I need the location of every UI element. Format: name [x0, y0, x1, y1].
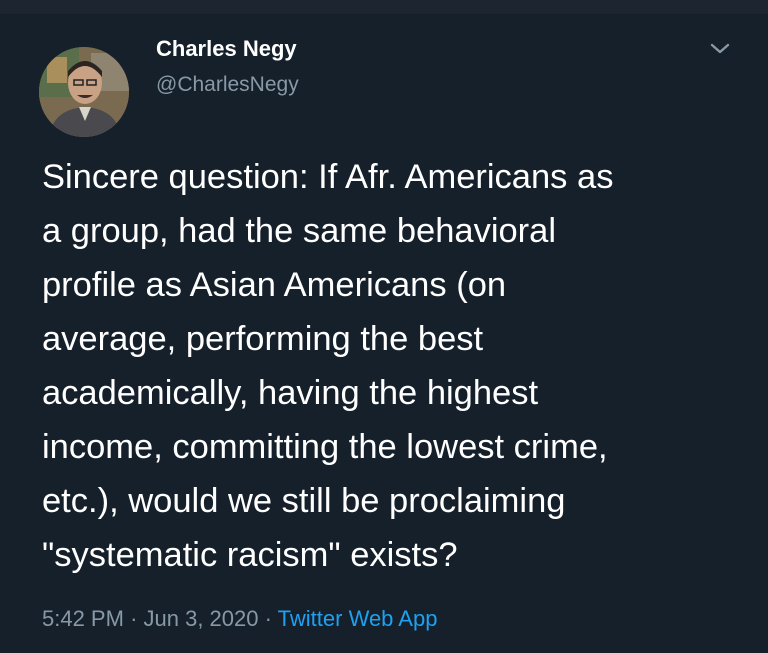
- tweet-meta: 5:42 PM · Jun 3, 2020 · Twitter Web App: [42, 606, 437, 632]
- tweet-text-line: a group, had the same behavioral: [42, 212, 557, 250]
- tweet-time[interactable]: 5:42 PM: [42, 606, 124, 631]
- tweet-text-line: "systematic racism" exists?: [42, 536, 458, 574]
- chevron-down-icon[interactable]: [707, 40, 733, 58]
- tweet-text-line: Sincere question: If Afr. Americans as: [42, 158, 614, 196]
- tweet-text: Sincere question: If Afr. Americans as a…: [42, 150, 742, 582]
- tweet-text-line: etc.), would we still be proclaiming: [42, 482, 566, 520]
- meta-separator: ·: [264, 606, 272, 631]
- author-handle[interactable]: @CharlesNegy: [156, 73, 299, 97]
- tweet-card: Charles Negy @CharlesNegy Sincere questi…: [0, 14, 768, 653]
- author-avatar[interactable]: [39, 47, 129, 137]
- tweet-text-line: average, performing the best: [42, 320, 484, 358]
- top-strip: [0, 0, 768, 14]
- tweet-source-link[interactable]: Twitter Web App: [278, 606, 438, 631]
- avatar-photo-icon: [39, 47, 129, 137]
- tweet-text-line: profile as Asian Americans (on: [42, 266, 507, 304]
- tweet-text-line: income, committing the lowest crime,: [42, 428, 608, 466]
- tweet-text-line: academically, having the highest: [42, 374, 539, 412]
- tweet-date[interactable]: Jun 3, 2020: [144, 606, 259, 631]
- author-display-name[interactable]: Charles Negy: [156, 36, 297, 62]
- meta-separator: ·: [130, 606, 138, 631]
